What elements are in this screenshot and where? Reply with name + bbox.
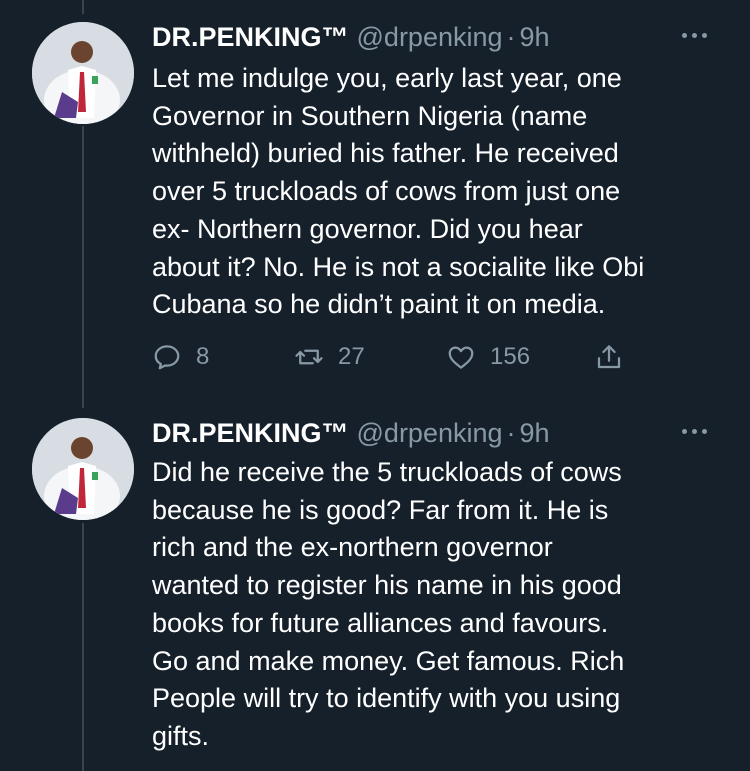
handle[interactable]: @drpenking: [357, 22, 503, 53]
reply-icon: [154, 345, 180, 370]
avatar-image: [32, 22, 134, 124]
avatar-image: [32, 418, 134, 520]
tweet-text-line: over 5 truckloads of cows from just one: [152, 176, 621, 207]
tweet-header: DR.PENKING™ @drpenking · 9h: [152, 22, 550, 58]
tweet-text-line: gifts.: [152, 720, 210, 751]
share-icon: [597, 345, 621, 369]
tweet-text-line: Did he receive the 5 truckloads of cows: [152, 457, 622, 487]
tweet[interactable]: DR.PENKING™ @drpenking · 9h Let me indul…: [0, 22, 750, 392]
tweet-text-line: Go and make money. Get famous. Rich: [152, 645, 625, 676]
display-name[interactable]: DR.PENKING™: [152, 22, 349, 53]
tweet-text: Did he receive the 5 truckloads of cows …: [152, 454, 732, 756]
avatar[interactable]: [32, 22, 134, 124]
separator: ·: [506, 418, 516, 448]
tweet-actions: 8 27 156: [152, 342, 632, 376]
tweet-text-line: Let me indulge you, early last year, one: [152, 63, 622, 93]
reply-button[interactable]: 8: [152, 342, 209, 372]
tweet-header: DR.PENKING™ @drpenking · 9h: [152, 418, 550, 454]
tweet-text-line: because he is good? Far from it. He is: [152, 494, 609, 525]
tweet-text-line: ex- Northern governor. Did you hear: [152, 213, 583, 244]
tweet-text-line: People will try to identify with you usi…: [152, 683, 621, 714]
handle[interactable]: @drpenking: [357, 418, 503, 449]
like-button[interactable]: 156: [446, 342, 530, 372]
timestamp[interactable]: 9h: [520, 22, 550, 53]
timestamp[interactable]: 9h: [520, 418, 550, 449]
separator: ·: [506, 22, 516, 52]
avatar[interactable]: [32, 418, 134, 520]
like-count: 156: [490, 343, 531, 370]
thread-line-top: [82, 0, 84, 14]
tweet-text: Let me indulge you, early last year, one…: [152, 60, 732, 324]
tweet-text-line: rich and the ex-northern governor: [152, 532, 553, 563]
tweet-text-line: about it? No. He is not a socialite like…: [152, 251, 645, 282]
tweet-text-line: Cubana so he didn’t paint it on media.: [152, 289, 606, 320]
more-options-icon[interactable]: [682, 424, 718, 438]
like-icon: [448, 346, 474, 369]
share-button[interactable]: [594, 342, 624, 372]
tweet-text-line: wanted to register his name in his good: [152, 570, 622, 601]
retweet-count: 27: [338, 343, 365, 370]
tweet[interactable]: DR.PENKING™ @drpenking · 9h Did he recei…: [0, 418, 750, 771]
tweet-text-line: Governor in Southern Nigeria (name: [152, 100, 588, 131]
tweet-text-line: withheld) buried his father. He received: [152, 138, 619, 169]
retweet-button[interactable]: 27: [294, 342, 365, 372]
tweet-text-line: books for future alliances and favours.: [152, 607, 609, 638]
reply-count: 8: [196, 343, 210, 370]
more-options-icon[interactable]: [682, 28, 718, 42]
display-name[interactable]: DR.PENKING™: [152, 418, 349, 449]
retweet-icon: [295, 349, 323, 365]
